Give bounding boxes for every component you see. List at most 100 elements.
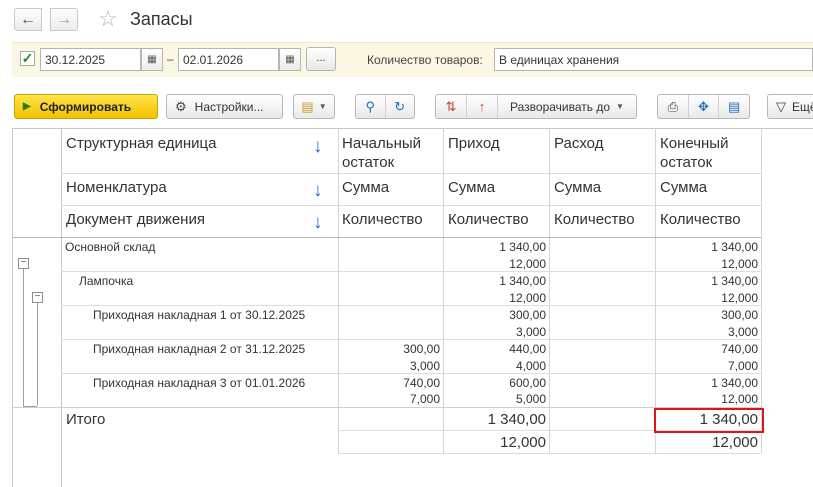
title-bar: ← → ☆ Запасы — [0, 0, 813, 40]
grid-line — [12, 237, 761, 238]
grid-line — [61, 205, 761, 206]
column-header-sum: Сумма — [342, 179, 390, 196]
output-group: ⎙ ✥ ▤ — [657, 94, 750, 119]
income-sum: 440,00 — [509, 342, 546, 356]
collapse-all-icon: ↑ — [478, 99, 486, 114]
sort-down-arrow-icon[interactable]: ↓ — [313, 181, 323, 200]
column-header-quantity: Количество — [342, 211, 423, 228]
generate-label: Сформировать — [39, 99, 132, 114]
end-sum: 1 340,00 — [711, 240, 758, 254]
column-header-income[interactable]: Приход — [448, 134, 500, 153]
end-sum: 300,00 — [721, 308, 758, 322]
total-income-qty: 12,000 — [500, 434, 546, 451]
search-button[interactable]: ⚲ — [356, 95, 386, 118]
end-sum: 1 340,00 — [711, 376, 758, 390]
expand-to-button[interactable]: Разворачивать до ▼ — [498, 95, 636, 118]
play-icon: ▶ — [23, 101, 31, 112]
income-sum: 1 340,00 — [499, 274, 546, 288]
row-label: Лампочка — [79, 274, 134, 288]
income-sum: 1 340,00 — [499, 240, 546, 254]
column-header-quantity: Количество — [660, 211, 741, 228]
grid-line — [761, 128, 762, 453]
expand-to-label: Разворачивать до — [510, 99, 611, 114]
income-qty: 3,000 — [515, 325, 546, 339]
column-header-document[interactable]: Документ движения — [66, 210, 205, 229]
quantity-label: Количество товаров: — [367, 53, 483, 67]
calendar-icon[interactable]: ▦ — [141, 48, 163, 71]
row-label: Приходная накладная 1 от 30.12.2025 — [93, 308, 306, 322]
grid-line — [61, 128, 62, 487]
settings-label: Настройки... — [194, 99, 264, 114]
column-header-sum: Сумма — [448, 179, 496, 196]
search-next-button[interactable]: ↻ — [386, 95, 415, 118]
sort-down-arrow-icon[interactable]: ↓ — [313, 213, 323, 232]
date-from-field[interactable]: 30.12.2025 — [40, 48, 141, 71]
grid-line — [61, 339, 761, 340]
tree-line — [23, 406, 37, 407]
column-header-expense[interactable]: Расход — [554, 134, 603, 153]
move-button[interactable]: ✥ — [689, 95, 720, 118]
income-qty: 12,000 — [509, 257, 546, 271]
move-icon: ✥ — [698, 98, 709, 114]
filter-icon: ▽ — [776, 98, 786, 114]
star-icon[interactable]: ☆ — [98, 7, 118, 31]
preview-button[interactable]: ▤ — [719, 95, 749, 118]
quantity-select[interactable]: В единицах хранения — [494, 48, 813, 71]
end-qty: 12,000 — [721, 257, 758, 271]
income-sum: 300,00 — [509, 308, 546, 322]
collapse-icon[interactable]: − — [18, 258, 29, 269]
column-header-sum: Сумма — [660, 179, 708, 196]
chevron-down-icon: ▼ — [318, 102, 327, 111]
variants-button[interactable]: ▤ ▼ — [293, 94, 335, 119]
end-sum: 1 340,00 — [711, 274, 758, 288]
grid-line — [655, 128, 656, 453]
end-qty: 12,000 — [721, 291, 758, 305]
page-title: Запасы — [130, 9, 193, 29]
grid-line — [549, 128, 550, 453]
grid-line — [12, 407, 761, 408]
column-header-start-balance[interactable]: Начальный остаток — [342, 134, 438, 172]
chevron-down-icon: ▼ — [616, 102, 624, 111]
generate-button[interactable]: ▶ Сформировать — [14, 94, 158, 119]
total-label: Итого — [66, 411, 106, 428]
print-button[interactable]: ⎙ — [658, 95, 689, 118]
arrow-left-icon: ← — [20, 10, 36, 28]
select-period-button[interactable]: ... — [306, 47, 336, 71]
grid-line — [61, 373, 761, 374]
settings-button[interactable]: ⚙ Настройки... — [166, 94, 283, 119]
column-header-end-balance[interactable]: Конечный остаток — [660, 134, 750, 172]
search-next-icon: ↻ — [394, 98, 406, 114]
start-qty: 7,000 — [409, 392, 440, 406]
column-header-nomenclature[interactable]: Номенклатура — [66, 178, 167, 197]
start-sum: 300,00 — [403, 342, 440, 356]
calendar-icon[interactable]: ▦ — [279, 48, 301, 71]
search-icon: ⚲ — [365, 98, 376, 114]
date-separator: – — [167, 52, 174, 66]
row-label: Основной склад — [65, 240, 156, 254]
period-checkbox[interactable]: ✓ — [20, 51, 35, 66]
column-header-structure[interactable]: Структурная единица — [66, 134, 216, 153]
total-income-sum: 1 340,00 — [487, 411, 546, 428]
arrow-right-icon: → — [56, 10, 72, 28]
variants-icon: ▤ — [301, 98, 314, 114]
end-qty: 3,000 — [727, 325, 758, 339]
row-label: Приходная накладная 3 от 01.01.2026 — [93, 376, 306, 390]
tree-line — [23, 268, 24, 407]
grid-line — [61, 305, 761, 306]
back-button[interactable]: ← — [14, 8, 42, 31]
forward-button[interactable]: → — [50, 8, 78, 31]
start-qty: 3,000 — [409, 359, 440, 373]
printer-icon: ⎙ — [667, 98, 679, 114]
highlight-frame — [654, 408, 764, 433]
collapse-icon[interactable]: − — [32, 292, 43, 303]
date-to-field[interactable]: 02.01.2026 — [178, 48, 279, 71]
sort-down-arrow-icon[interactable]: ↓ — [313, 137, 323, 156]
preview-icon: ▤ — [728, 98, 741, 114]
end-qty: 12,000 — [721, 392, 758, 406]
more-button[interactable]: ▽ Ещё — [767, 94, 813, 119]
grid-line — [61, 173, 761, 174]
end-sum: 740,00 — [721, 342, 758, 356]
collapse-all-button[interactable]: ↑ — [467, 95, 498, 118]
search-group: ⚲ ↻ — [355, 94, 415, 119]
expand-all-button[interactable]: ⇅ — [436, 95, 467, 118]
